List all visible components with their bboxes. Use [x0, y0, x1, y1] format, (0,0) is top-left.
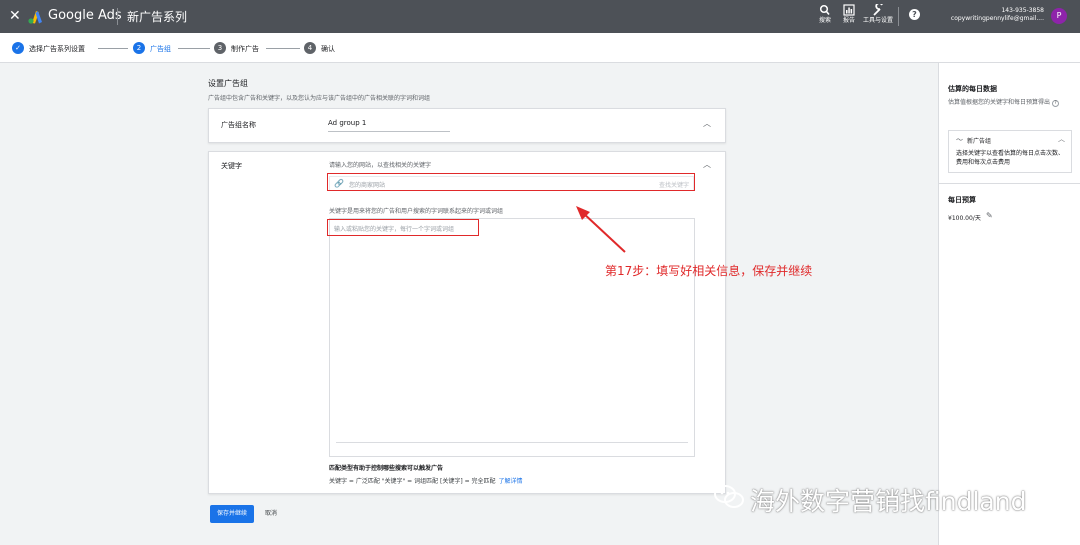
estimates-sidebar: 估算的每日数据 估算值根据您的关键字和每日预算得出 ? 〜 新广告组 ︿ 选择关…	[938, 63, 1080, 545]
avatar[interactable]: P	[1051, 8, 1067, 24]
highlight-keywords-input	[327, 219, 479, 236]
help-icon[interactable]: ?	[909, 9, 920, 20]
keywords-textarea[interactable]: 输入或粘贴您的关键字，每行一个字词或词组	[329, 218, 695, 457]
check-circle-icon: ✓	[12, 42, 24, 54]
keywords-label: 关键字	[221, 162, 242, 170]
step-label: 制作广告	[231, 45, 259, 53]
step-number: 4	[304, 42, 316, 54]
ad-group-name-card: 广告组名称 Ad group 1 ︿	[208, 108, 726, 143]
step-number: 2	[133, 42, 145, 54]
brand-name: Google Ads	[48, 8, 122, 23]
estimate-card-description: 选择关键字以查看估算的每日点击次数、费用和每次点击费用	[956, 150, 1065, 166]
chevron-up-icon[interactable]: ︿	[1058, 134, 1065, 144]
campaign-title: 新广告系列	[127, 10, 188, 24]
google-ads-logo-icon	[28, 11, 42, 24]
tools-settings-label: 工具与设置	[863, 17, 894, 24]
annotation-arrow-icon	[576, 206, 626, 253]
edit-pencil-icon[interactable]: ✎	[986, 211, 993, 220]
close-icon[interactable]: ✕	[9, 8, 21, 24]
keywords-card: 关键字 ︿ 请输入您的网站，以查找相关的关键字 🔗 您的商家网站 查找关键字 关…	[208, 151, 726, 494]
title-divider	[117, 8, 118, 25]
step-number: 3	[214, 42, 226, 54]
annotation-text: 第17步：填写好相关信息，保存并继续	[605, 264, 813, 278]
toolbar-divider	[898, 7, 899, 26]
estimate-card-title: 新广告组	[967, 138, 992, 145]
wrench-icon	[873, 4, 883, 16]
step-connector	[178, 48, 210, 49]
ad-group-name-label: 广告组名称	[221, 121, 256, 129]
daily-budget-value: ¥100.00/天	[948, 215, 981, 222]
account-id: 143-935-3858	[1001, 7, 1044, 14]
wechat-icon	[714, 485, 744, 508]
reports-tool-button[interactable]: 报告	[834, 4, 864, 24]
chevron-up-icon[interactable]: ︿	[703, 159, 711, 170]
new-ad-group-estimate-card: 〜 新广告组 ︿ 选择关键字以查看估算的每日点击次数、费用和每次点击费用	[948, 130, 1072, 173]
website-hint: 请输入您的网站，以查找相关的关键字	[329, 162, 432, 169]
trend-icon: 〜	[956, 136, 963, 144]
step-label: 确认	[321, 45, 335, 53]
match-type-description: 关键字 = 广泛匹配 "关键字" = 词组匹配 [关键字] = 完全匹配 了解详情	[329, 476, 523, 485]
reports-tool-label: 报告	[842, 17, 855, 24]
cancel-button[interactable]: 取消	[265, 505, 277, 523]
save-continue-button[interactable]: 保存并继续	[210, 505, 254, 523]
watermark-text: 海外数字营销找findland	[750, 487, 1027, 516]
step-connector	[266, 48, 300, 49]
sidebar-subtitle: 估算值根据您的关键字和每日预算得出 ?	[948, 99, 1076, 107]
match-type-text: 关键字 = 广泛匹配 "关键字" = 词组匹配 [关键字] = 完全匹配	[329, 478, 496, 485]
page-subtitle: 广告组中包含广告和关键字，以及您认为应与该广告组中的广告相关联的字词和词组	[208, 95, 431, 102]
match-type-title: 匹配类型有助于控制哪些搜索可以触发广告	[329, 465, 444, 472]
top-app-bar: ✕ Google Ads 新广告系列 搜索 报告 工具与设置 ? 143-935…	[0, 0, 1080, 33]
step-label: 选择广告系列设置	[29, 45, 85, 53]
account-email: copywritingpennylife@gmail....	[950, 15, 1044, 22]
chevron-up-icon[interactable]: ︿	[703, 118, 711, 129]
account-info[interactable]: 143-935-3858 copywritingpennylife@gmail.…	[951, 7, 1044, 23]
step-connector	[98, 48, 128, 49]
ad-group-name-input[interactable]: Ad group 1	[328, 119, 450, 132]
sidebar-title: 估算的每日数据	[948, 85, 997, 93]
sidebar-divider	[939, 183, 1080, 184]
page-title: 设置广告组	[208, 79, 248, 88]
bar-chart-icon	[843, 4, 855, 16]
campaign-stepper: ✓ 选择广告系列设置 2 广告组 3 制作广告 4 确认	[0, 33, 1080, 63]
highlight-website-input	[327, 173, 695, 191]
daily-budget-title: 每日预算	[948, 196, 976, 204]
step-label: 广告组	[150, 45, 171, 53]
learn-more-link[interactable]: 了解详情	[499, 478, 523, 485]
info-icon[interactable]: ?	[1051, 100, 1059, 107]
textarea-baseline	[336, 442, 688, 443]
keywords-description: 关键字是用来将您的广告和用户搜索的字词联系起来的字词或词组	[329, 208, 504, 215]
tools-settings-button[interactable]: 工具与设置	[863, 4, 893, 24]
sidebar-subtitle-text: 估算值根据您的关键字和每日预算得出	[948, 99, 1051, 106]
